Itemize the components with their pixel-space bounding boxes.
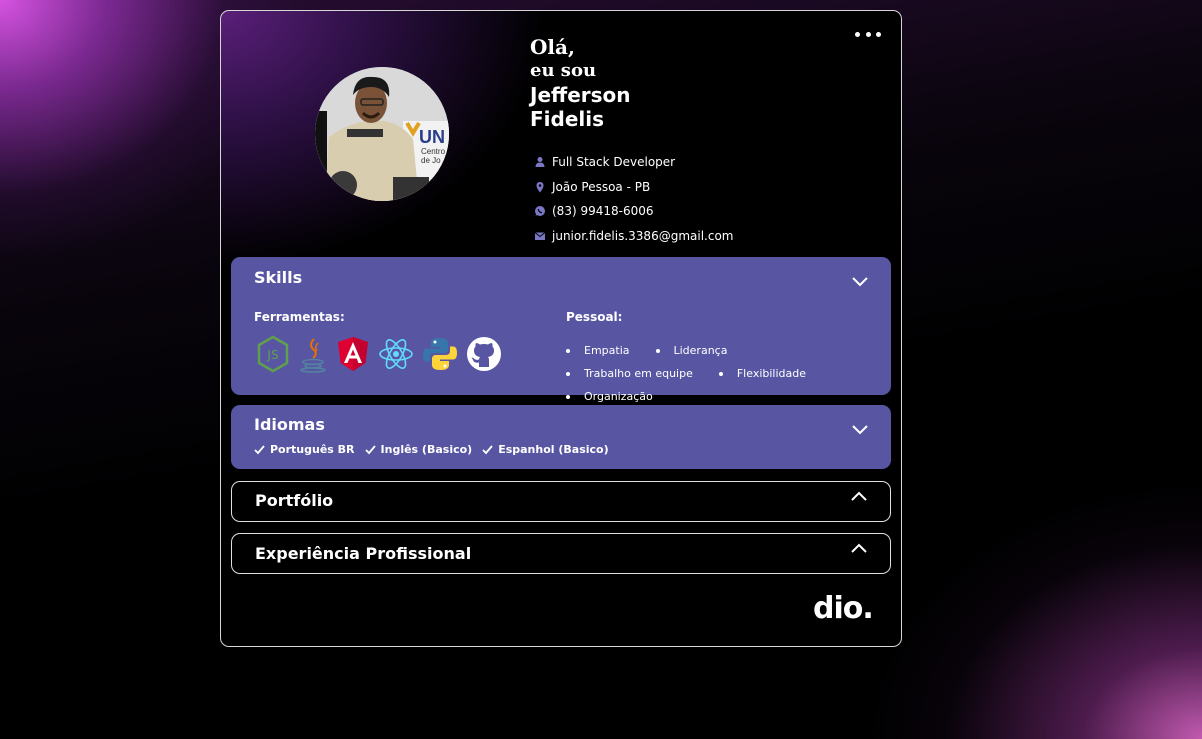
email-item[interactable]: junior.fidelis.3386@gmail.com	[534, 224, 733, 249]
languages-list: Português BR Inglês (Basico) Espanhol (B…	[254, 443, 619, 456]
whatsapp-icon	[535, 206, 545, 217]
list-item: Liderança	[655, 339, 727, 362]
role-item: Full Stack Developer	[534, 150, 733, 175]
resume-card: UN Centro de Jo Olá, eu sou Jefferson Fi…	[220, 10, 902, 647]
greeting: Olá, eu sou Jefferson Fidelis	[530, 35, 631, 131]
experience-section: Experiência Profissional	[231, 533, 891, 574]
mail-icon	[534, 232, 546, 241]
check-icon	[482, 445, 493, 455]
portfolio-section: Portfólio	[231, 481, 891, 522]
chevron-down-icon[interactable]	[851, 423, 869, 435]
more-options-icon[interactable]	[855, 25, 881, 43]
location-item: João Pessoa - PB	[534, 175, 733, 200]
svg-text:UN: UN	[419, 127, 445, 147]
list-item: Trabalho em equipe	[566, 362, 693, 385]
java-icon	[300, 338, 326, 373]
intro-line: eu sou	[530, 60, 597, 81]
location-pin-icon	[536, 181, 544, 193]
python-icon	[423, 338, 457, 370]
phone-item[interactable]: (83) 99418-6006	[534, 199, 733, 224]
logo-text: dio.	[813, 594, 873, 622]
chevron-up-icon[interactable]	[850, 491, 868, 503]
location-text: João Pessoa - PB	[552, 179, 651, 194]
language-label: Português BR	[270, 443, 355, 456]
first-name: Jefferson	[530, 83, 631, 107]
language-item: Português BR	[254, 443, 355, 456]
check-icon	[254, 445, 265, 455]
experience-title[interactable]: Experiência Profissional	[255, 544, 471, 563]
portfolio-title[interactable]: Portfólio	[255, 491, 333, 510]
chevron-up-icon[interactable]	[850, 543, 868, 555]
nodejs-icon: JS	[257, 335, 289, 373]
languages-title[interactable]: Idiomas	[254, 415, 325, 434]
role-text: Full Stack Developer	[552, 155, 676, 170]
contact-info: Full Stack Developer João Pessoa - PB (8…	[534, 150, 733, 248]
personal-label: Pessoal:	[566, 310, 623, 324]
language-item: Espanhol (Basico)	[482, 443, 609, 456]
list-item: Flexibilidade	[718, 362, 806, 385]
languages-section: Idiomas Português BR Inglês (Basico) Esp…	[231, 405, 891, 469]
svg-text:Centro: Centro	[421, 147, 446, 156]
language-label: Espanhol (Basico)	[498, 443, 609, 456]
last-name: Fidelis	[530, 107, 605, 131]
chevron-down-icon[interactable]	[851, 275, 869, 287]
email-text: junior.fidelis.3386@gmail.com	[552, 229, 734, 244]
phone-text: (83) 99418-6006	[552, 204, 654, 219]
svg-text:JS: JS	[266, 348, 278, 362]
angular-icon	[338, 337, 368, 371]
skills-section: Skills Ferramentas: JS Pessoal: Empatia …	[231, 257, 891, 403]
profile-photo: UN Centro de Jo	[315, 67, 449, 201]
check-icon	[364, 445, 376, 455]
skills-title[interactable]: Skills	[254, 268, 302, 287]
language-label: Inglês (Basico)	[380, 443, 473, 456]
dio-logo: dio.	[813, 594, 874, 622]
github-icon	[467, 337, 501, 371]
greeting-line: Olá,	[530, 35, 575, 59]
person-icon	[535, 157, 545, 168]
tools-list: JS	[256, 335, 510, 373]
svg-text:de Jo: de Jo	[421, 156, 441, 165]
list-item: Empatia	[566, 339, 630, 362]
react-icon	[379, 339, 413, 369]
tools-label: Ferramentas:	[254, 310, 345, 324]
language-item: Inglês (Basico)	[364, 443, 473, 456]
personal-skills-list: Empatia Liderança Trabalho em equipe Fle…	[566, 339, 866, 408]
